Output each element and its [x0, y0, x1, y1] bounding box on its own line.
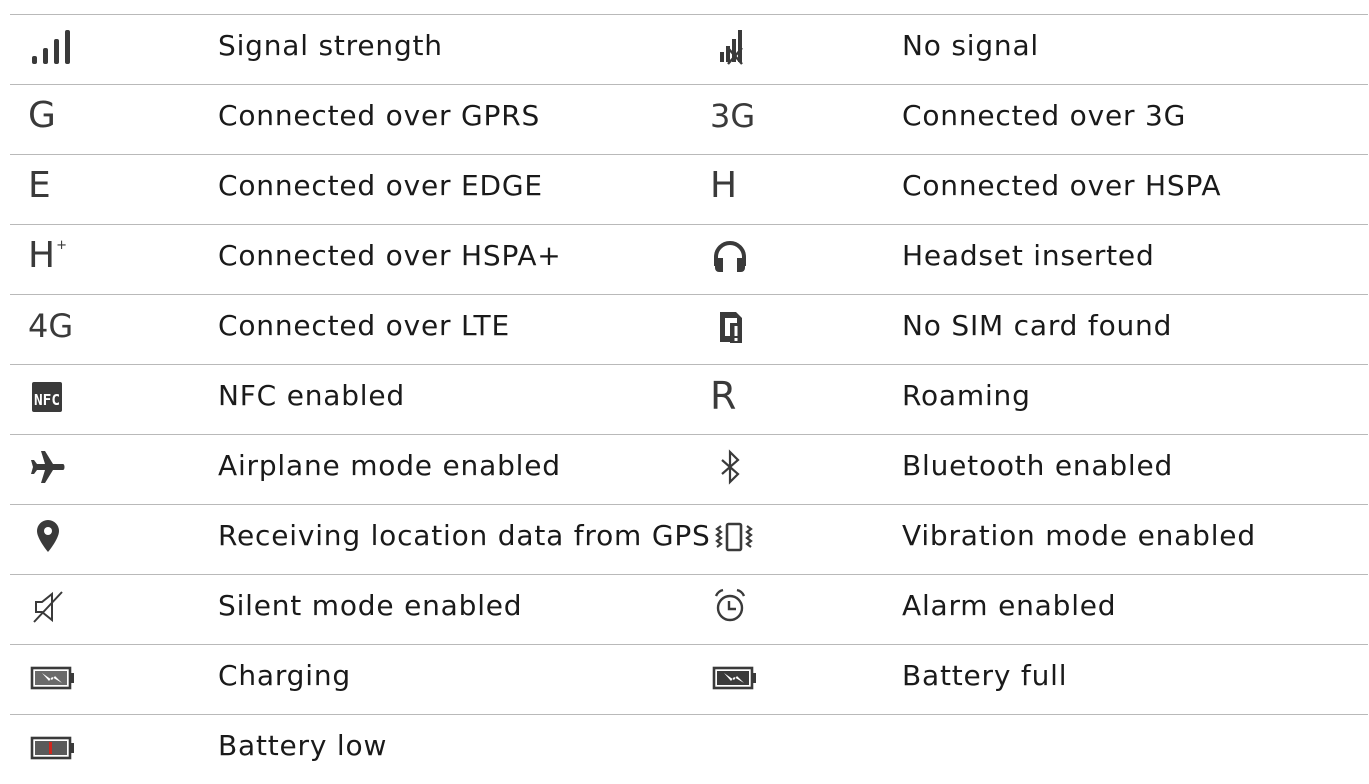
status-icons-table: Signal strength No signal G Connected ov… — [10, 14, 1368, 784]
row-label: Vibration mode enabled — [902, 519, 1256, 552]
table-row: 4G Connected over LTE No SIM card found — [10, 294, 1368, 364]
no-sim-icon — [710, 295, 790, 357]
row-label: Silent mode enabled — [218, 589, 523, 622]
table-row: Signal strength No signal — [10, 14, 1368, 84]
row-label: Charging — [218, 659, 351, 692]
battery-low-icon — [28, 715, 108, 777]
roaming-icon: R — [710, 365, 790, 427]
silent-mode-icon — [28, 575, 108, 637]
row-label: Connected over HSPA+ — [218, 239, 562, 272]
row-label: Battery full — [902, 659, 1068, 692]
nfc-icon-text: NFC — [34, 391, 60, 409]
hspa-icon-glyph: H — [710, 165, 738, 206]
alarm-icon — [710, 575, 790, 637]
row-label: No signal — [902, 29, 1040, 62]
location-pin-icon — [28, 505, 108, 567]
hspa-plus-icon: H+ — [28, 225, 108, 287]
row-label: No SIM card found — [902, 309, 1173, 342]
row-label: Battery low — [218, 729, 388, 762]
row-label: Roaming — [902, 379, 1031, 412]
nfc-icon: NFC — [28, 365, 108, 427]
edge-icon-glyph: E — [28, 165, 51, 206]
row-label: Airplane mode enabled — [218, 449, 561, 482]
edge-icon: E — [28, 155, 108, 217]
signal-strength-icon — [28, 15, 108, 77]
gprs-icon-glyph: G — [28, 95, 56, 136]
row-label: Connected over 3G — [902, 99, 1187, 132]
4g-icon-glyph: 4G — [28, 307, 74, 345]
table-row: Receiving location data from GPS Vibrati… — [10, 504, 1368, 574]
row-label: Alarm enabled — [902, 589, 1117, 622]
row-label: Connected over HSPA — [902, 169, 1222, 202]
hspa-icon: H — [710, 155, 790, 217]
battery-charging-icon — [28, 645, 108, 707]
table-row: Airplane mode enabled Bluetooth enabled — [10, 434, 1368, 504]
table-row: Charging Battery full — [10, 644, 1368, 714]
row-label: Connected over LTE — [218, 309, 510, 342]
gprs-icon: G — [28, 85, 108, 147]
3g-icon-glyph: 3G — [710, 97, 756, 135]
bluetooth-icon — [710, 435, 790, 497]
no-signal-icon — [710, 15, 790, 77]
row-label: Receiving location data from GPS — [218, 519, 711, 552]
table-row: Silent mode enabled Alarm enabled — [10, 574, 1368, 644]
row-label: Signal strength — [218, 29, 443, 62]
table-row: G Connected over GPRS 3G Connected over … — [10, 84, 1368, 154]
row-label: Bluetooth enabled — [902, 449, 1174, 482]
table-row: NFC NFC enabled R Roaming — [10, 364, 1368, 434]
4g-icon: 4G — [28, 295, 108, 357]
hspa-plus-icon-glyph: H — [28, 235, 56, 276]
hspa-plus-icon-sup: + — [56, 238, 67, 253]
battery-full-icon — [710, 645, 790, 707]
row-label: Connected over EDGE — [218, 169, 543, 202]
table-row: Battery low — [10, 714, 1368, 784]
row-label: Headset inserted — [902, 239, 1155, 272]
vibration-icon — [710, 505, 790, 567]
3g-icon: 3G — [710, 85, 790, 147]
table-row: E Connected over EDGE H Connected over H… — [10, 154, 1368, 224]
roaming-icon-glyph: R — [710, 374, 737, 418]
airplane-icon — [28, 435, 108, 497]
row-label: NFC enabled — [218, 379, 405, 412]
headset-icon — [710, 225, 790, 287]
table-row: H+ Connected over HSPA+ Headset inserted — [10, 224, 1368, 294]
row-label: Connected over GPRS — [218, 99, 541, 132]
